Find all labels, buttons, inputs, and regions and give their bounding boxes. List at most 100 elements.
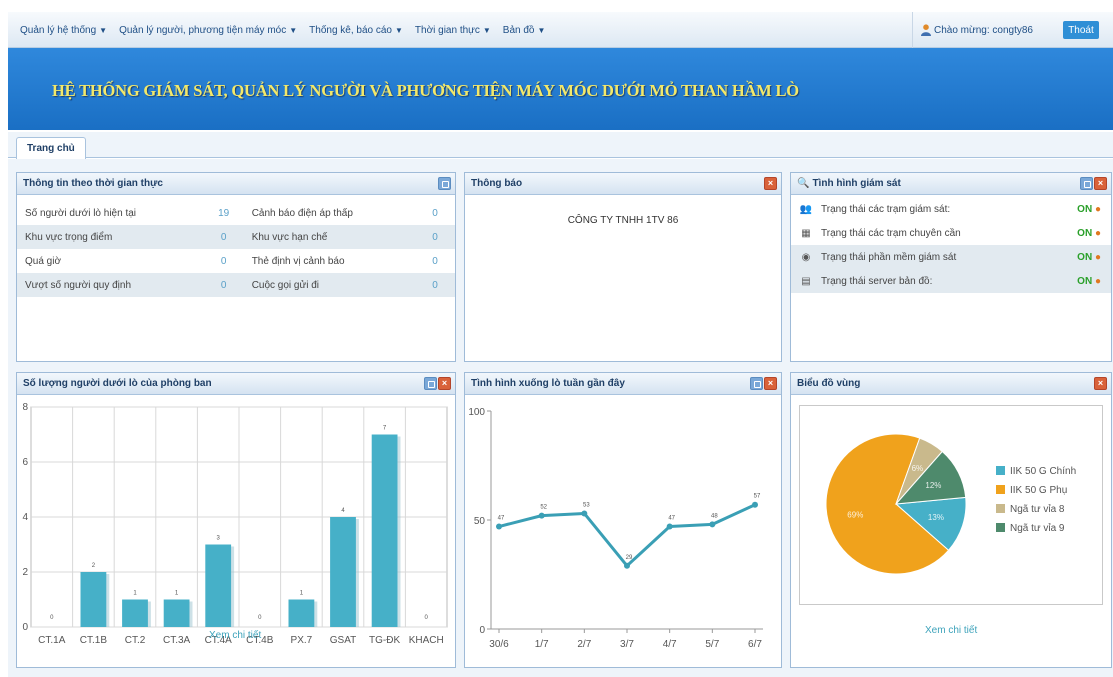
data-point <box>666 523 673 530</box>
y-tick-label: 2 <box>22 567 28 578</box>
view-details-link[interactable]: Xem chi tiết <box>925 625 977 636</box>
close-icon[interactable]: × <box>1094 177 1107 190</box>
panel-title: Thông tin theo thời gian thực <box>23 178 163 189</box>
menu-reports[interactable]: Thống kê, báo cáo ▼ <box>309 25 403 36</box>
slice-label: 6% <box>912 464 924 473</box>
bar-chart: 024680CT.1A2CT.1B1CT.21CT.3A3CT.4A0CT.4B… <box>22 402 448 646</box>
view-details-link[interactable]: Xem chi tiết <box>209 630 261 641</box>
table-row: Quá giờ 0 Thẻ định vị cảnh báo 0 <box>17 249 455 273</box>
area-chart-panel: Biểu đồ vùng × 13% 69% 6% 12% IIK 50 G Chính… <box>790 372 1112 668</box>
caret-down-icon: ▼ <box>99 25 108 35</box>
row-label: Quá giờ <box>25 255 62 267</box>
monitor-label: Trạng thái phần mềm giám sát <box>821 251 957 263</box>
monitor-row: 👥 Trạng thái các trạm giám sát: ON ● <box>791 197 1111 221</box>
row-label: Vượt số người quy định <box>17 273 204 297</box>
panel-title: Thông báo <box>471 178 523 189</box>
tab-home[interactable]: Trang chủ <box>16 137 86 159</box>
notice-text: CÔNG TY TNHH 1TV 86 <box>567 215 679 226</box>
data-point <box>496 523 502 530</box>
data-label: 52 <box>540 505 547 511</box>
y-tick-label: 100 <box>468 407 485 418</box>
status-indicator: ON ● <box>1077 276 1101 287</box>
status-text: ON <box>1077 251 1093 263</box>
realtime-info-panel: Thông tin theo thời gian thực Số người d… <box>16 172 456 362</box>
caret-down-icon: ▼ <box>289 25 298 35</box>
menu-label: Quản lý người, phương tiện máy móc <box>119 24 287 36</box>
row-value: 0 <box>432 207 438 219</box>
row-value: 0 <box>203 225 244 249</box>
x-tick-label: CT.1A <box>38 635 66 646</box>
x-tick-label: CT.3A <box>163 635 191 646</box>
menu-system-management[interactable]: Quản lý hệ thống ▼ <box>20 25 107 36</box>
search-icon: 🔍 <box>797 178 810 189</box>
maximize-icon[interactable] <box>438 177 451 190</box>
panel-title: Tình hình giám sát <box>812 178 901 189</box>
header-banner: HỆ THỐNG GIÁM SÁT, QUẢN LÝ NGƯỜI VÀ PHƯƠ… <box>8 48 1113 130</box>
x-tick-label: 2/7 <box>577 639 591 650</box>
x-tick-label: 4/7 <box>663 639 677 650</box>
maximize-icon[interactable] <box>424 377 437 390</box>
monitor-row: ◉ Trạng thái phần mềm giám sát ON ● <box>791 245 1111 269</box>
panel-header: Thông báo × <box>465 173 781 195</box>
menu-label: Bản đồ <box>502 24 535 36</box>
close-icon[interactable]: × <box>438 377 451 390</box>
panel-title: Biểu đồ vùng <box>797 378 861 389</box>
monitoring-panel: 🔍 Tình hình giám sát × 👥 Trạng thái các … <box>790 172 1112 362</box>
panel-title: Số lượng người dưới lò của phòng ban <box>23 378 212 389</box>
row-value: 19 <box>218 207 230 219</box>
system-title: HỆ THỐNG GIÁM SÁT, QUẢN LÝ NGƯỜI VÀ PHƯƠ… <box>52 81 799 100</box>
x-tick-label: PX.7 <box>291 635 313 646</box>
y-tick-label: 0 <box>22 622 28 633</box>
close-icon[interactable]: × <box>1094 377 1107 390</box>
monitor-row: ▦ Trạng thái các trạm chuyên cần ON ● <box>791 221 1111 245</box>
main-menu: Quản lý hệ thống ▼ Quản lý người, phương … <box>20 12 545 48</box>
slice-label: 12% <box>925 481 941 490</box>
top-menu-bar: Quản lý hệ thống ▼ Quản lý người, phương … <box>8 12 1113 48</box>
x-tick-label: 5/7 <box>705 639 719 650</box>
line-chart: 0 50 100 30/6 1/7 2/7 3/7 4/7 5/7 6/7 47 52 53 29 47 48… <box>468 407 763 650</box>
maximize-icon[interactable] <box>750 377 763 390</box>
menu-realtime[interactable]: Thời gian thực ▼ <box>415 25 491 36</box>
station-icon: ▦ <box>801 227 811 239</box>
close-icon[interactable]: × <box>764 377 777 390</box>
caret-down-icon: ▼ <box>395 25 403 35</box>
monitor-list: 👥 Trạng thái các trạm giám sát: ON ● ▦ T… <box>791 197 1111 293</box>
row-label: Cuộc gọi gửi đi <box>243 273 415 297</box>
menu-people-vehicles[interactable]: Quản lý người, phương tiện máy móc ▼ <box>119 25 297 36</box>
table-row: Số người dưới lò hiện tại 19 Cảnh báo đi… <box>17 201 455 225</box>
maximize-icon[interactable] <box>1080 177 1093 190</box>
data-label: 53 <box>583 502 590 508</box>
data-label: 47 <box>498 516 505 522</box>
row-value: 0 <box>415 273 455 297</box>
panel-header: Biểu đồ vùng × <box>791 373 1111 395</box>
data-label: 47 <box>668 516 675 522</box>
menu-map[interactable]: Bản đồ ▼ <box>503 25 546 36</box>
data-label: 48 <box>711 513 718 519</box>
user-icon <box>921 24 931 36</box>
status-indicator: ON ● <box>1077 252 1101 263</box>
people-icon: 👥 <box>799 203 813 215</box>
legend-label: Ngã tư vỉa 8 <box>1010 503 1065 515</box>
menu-label: Thời gian thực <box>414 24 480 36</box>
status-dot-icon: ● <box>1094 275 1101 287</box>
logout-button[interactable]: Thoát <box>1063 21 1099 39</box>
y-tick-label: 50 <box>474 516 486 527</box>
realtime-table: Số người dưới lò hiện tại 19 Cảnh báo đi… <box>17 201 455 297</box>
weekly-chart-panel: Tình hình xuống lò tuần gần đây × 0 50 100… <box>464 372 782 668</box>
bar <box>330 517 356 627</box>
monitor-label: Trạng thái server bản đồ: <box>821 275 933 287</box>
row-value: 0 <box>203 273 244 297</box>
close-icon[interactable]: × <box>764 177 777 190</box>
row-label: Khu vực trọng điểm <box>17 225 204 249</box>
row-value: 0 <box>432 255 438 267</box>
x-tick-label: 6/7 <box>748 639 762 650</box>
status-dot-icon: ● <box>1094 203 1101 215</box>
tab-bar: Trang chủ <box>8 132 1113 159</box>
data-point <box>538 512 545 519</box>
data-point <box>581 510 588 517</box>
panel-header: 🔍 Tình hình giám sát × <box>791 173 1111 195</box>
y-tick-label: 8 <box>22 402 28 413</box>
data-label: 29 <box>626 555 633 561</box>
legend-swatch <box>996 485 1005 494</box>
user-greeting: Chào mừng: congty86 <box>912 12 1033 48</box>
